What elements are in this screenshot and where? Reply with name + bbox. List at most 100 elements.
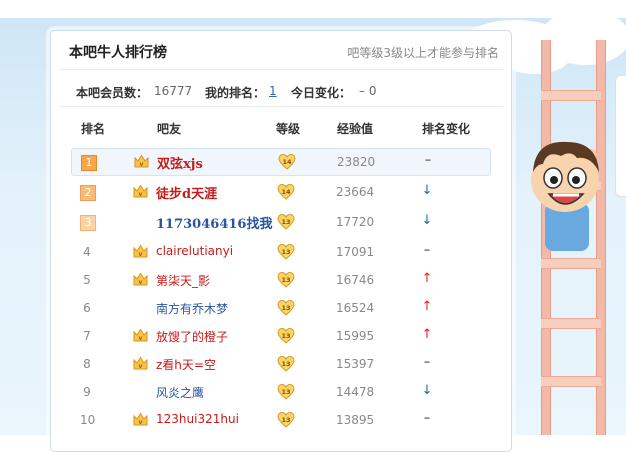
table-row: 4 v clairelutianyi 13 17091 –: [71, 239, 489, 265]
svg-text:v: v: [140, 161, 144, 168]
member-name-link[interactable]: 双弦xjs: [157, 153, 203, 172]
ladder-rung: [541, 376, 601, 387]
exp-value: 14478: [336, 385, 375, 399]
svg-text:v: v: [139, 363, 143, 370]
member-name-link[interactable]: 第柒天_影: [156, 272, 210, 289]
table-row: 6 南方有乔木梦 13 16524 ↑: [71, 295, 489, 321]
col-exp: 经验值: [337, 122, 374, 136]
rank-number: 6: [83, 301, 91, 315]
exp-value: 23820: [337, 155, 376, 169]
svg-text:v: v: [139, 251, 143, 258]
table-row: 1 v 双弦xjs 14 23820 –: [71, 148, 491, 176]
svg-text:v: v: [139, 191, 143, 198]
rank-number: 1: [81, 155, 97, 171]
ladder-rung: [541, 258, 601, 269]
svg-text:v: v: [139, 419, 143, 426]
exp-value: 15995: [336, 329, 375, 343]
rank-number: 5: [83, 273, 91, 287]
rank-number: 7: [83, 329, 91, 343]
svg-text:13: 13: [281, 248, 290, 256]
svg-text:13: 13: [281, 276, 290, 284]
svg-text:13: 13: [281, 388, 290, 396]
table-row: 7 v 放馊了的橙子 13 15995 ↑: [71, 323, 489, 349]
member-name-link[interactable]: clairelutianyi: [156, 244, 233, 258]
level-heart-badge-icon: 13: [277, 355, 295, 373]
vip-crown-icon: v: [134, 154, 149, 169]
svg-text:13: 13: [281, 332, 290, 340]
rank-up-arrow-icon: ↑: [421, 327, 433, 342]
rank-number: 8: [83, 357, 91, 371]
member-name-link[interactable]: 南方有乔木梦: [156, 300, 228, 317]
col-rank-change: 排名变化: [422, 122, 471, 136]
rank-unchanged-dash-icon: –: [423, 411, 431, 426]
svg-text:v: v: [139, 279, 143, 286]
side-widget-tab[interactable]: [615, 75, 626, 197]
rank-number: 3: [80, 215, 96, 231]
members-label: 本吧会员数：: [76, 86, 149, 100]
vip-crown-icon: v: [133, 328, 148, 343]
level-heart-badge-icon: 13: [277, 383, 295, 401]
svg-text:13: 13: [281, 218, 290, 226]
vip-crown-icon: v: [133, 244, 148, 259]
svg-text:13: 13: [281, 360, 290, 368]
stats-bar: 本吧会员数： 16777 我的排名： 1 今日变化： – 0: [59, 70, 503, 107]
level-heart-badge-icon: 14: [277, 183, 295, 201]
member-name-link[interactable]: 放馊了的橙子: [156, 328, 228, 345]
rank-down-arrow-icon: ↓: [421, 213, 433, 228]
rank-number: 9: [83, 385, 91, 399]
members-value: 16777: [154, 84, 193, 98]
rank-up-arrow-icon: ↑: [421, 299, 433, 314]
level-heart-badge-icon: 13: [277, 213, 295, 231]
col-rank: 排名: [81, 122, 106, 136]
table-row: 10 v 123hui321hui 13 13895 –: [71, 407, 489, 433]
col-level: 等级: [276, 122, 301, 136]
vip-crown-icon: v: [133, 184, 148, 199]
member-name-link[interactable]: 123hui321hui: [156, 412, 239, 426]
svg-text:14: 14: [282, 158, 292, 166]
panel-note: 吧等级3级以上才能参与排名: [347, 46, 499, 60]
exp-value: 16746: [336, 273, 375, 287]
vip-crown-icon: v: [133, 356, 148, 371]
my-rank-label: 我的排名：: [205, 86, 266, 100]
table-row: 5 v 第柒天_影 13 16746 ↑: [71, 267, 489, 293]
svg-text:13: 13: [281, 304, 290, 312]
exp-value: 15397: [336, 357, 375, 371]
svg-text:13: 13: [281, 416, 290, 424]
rank-down-arrow-icon: ↓: [421, 183, 433, 198]
ladder-rung: [541, 90, 601, 101]
level-heart-badge-icon: 13: [277, 299, 295, 317]
my-rank-link[interactable]: 1: [269, 84, 277, 98]
member-name-link[interactable]: 风炎之鹰: [156, 384, 204, 401]
exp-value: 16524: [336, 301, 375, 315]
level-heart-badge-icon: 13: [277, 327, 295, 345]
rank-number: 4: [83, 245, 91, 259]
table-header: 排名 吧友 等级 经验值 排名变化: [59, 107, 503, 147]
exp-value: 23664: [336, 185, 375, 199]
panel-header: 本吧牛人排行榜 吧等级3级以上才能参与排名: [59, 31, 503, 70]
table-row: 9 风炎之鹰 13 14478 ↓: [71, 379, 489, 405]
cartoon-character-illustration: [531, 141, 599, 251]
level-heart-badge-icon: 14: [278, 153, 296, 171]
level-heart-badge-icon: 13: [277, 243, 295, 261]
exp-value: 17720: [336, 215, 375, 229]
member-name-link[interactable]: z看h天=空: [156, 356, 216, 373]
rank-unchanged-dash-icon: –: [423, 243, 431, 258]
panel-title: 本吧牛人排行榜: [69, 45, 167, 61]
member-name-link[interactable]: 1173046416找我: [156, 213, 272, 232]
level-heart-badge-icon: 13: [277, 411, 295, 429]
rank-unchanged-dash-icon: –: [423, 355, 431, 370]
today-change-value: – 0: [359, 84, 377, 98]
ladder-rung: [541, 318, 601, 329]
rank-number: 2: [80, 185, 96, 201]
rank-unchanged-dash-icon: –: [424, 153, 432, 168]
table-row: 3 1173046416找我 13 17720 ↓: [71, 209, 489, 235]
svg-text:v: v: [139, 335, 143, 342]
exp-value: 13895: [336, 413, 375, 427]
table-row: 8 v z看h天=空 13 15397 –: [71, 351, 489, 377]
svg-text:14: 14: [281, 188, 291, 196]
rank-down-arrow-icon: ↓: [421, 383, 433, 398]
rank-up-arrow-icon: ↑: [421, 271, 433, 286]
member-name-link[interactable]: 徒步d天涯: [156, 183, 217, 202]
table-row: 2 v 徒步d天涯 14 23664 ↓: [71, 179, 489, 205]
rank-number: 10: [80, 413, 96, 427]
